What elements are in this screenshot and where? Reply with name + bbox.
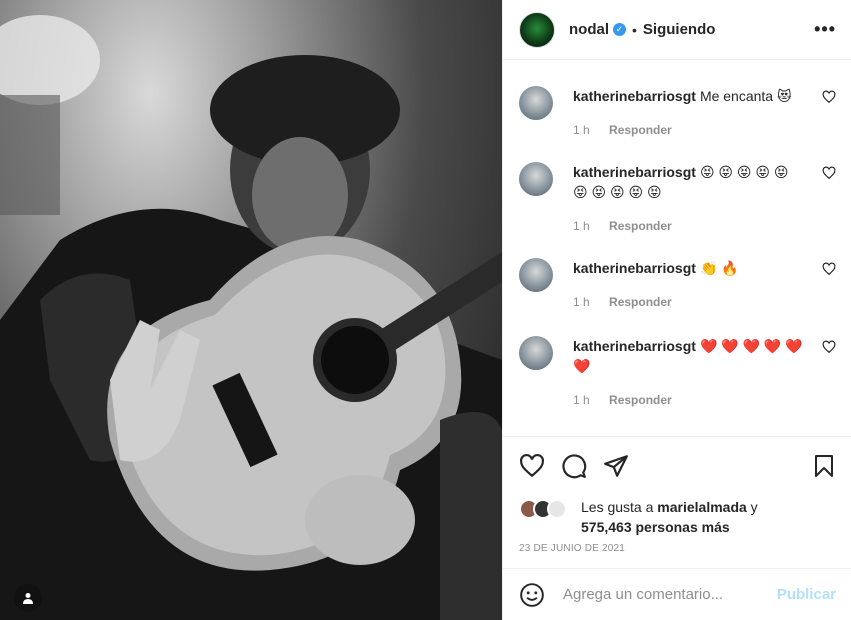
commenter-avatar[interactable] bbox=[519, 336, 553, 370]
comment-heart-icon[interactable] bbox=[822, 262, 836, 276]
commenter-username[interactable]: katherinebarriosgt bbox=[573, 164, 696, 180]
action-bar bbox=[519, 451, 836, 481]
liker-avatar bbox=[547, 499, 567, 519]
publish-button[interactable]: Publicar bbox=[777, 586, 836, 603]
comment-icon[interactable] bbox=[561, 453, 587, 479]
comment-text: 👏 🔥 bbox=[699, 260, 739, 276]
reply-button[interactable]: Responder bbox=[609, 219, 672, 233]
comment-time[interactable]: 1 h bbox=[573, 219, 590, 233]
separator-dot: • bbox=[632, 21, 637, 38]
likes-prefix: Les gusta a bbox=[581, 499, 658, 515]
add-comment-bar: Publicar bbox=[503, 568, 851, 620]
user-tag-icon bbox=[23, 593, 33, 604]
comments-list[interactable]: katherinebarriosgt Me encanta 😻 1 h Respo… bbox=[503, 60, 851, 436]
reply-button[interactable]: Responder bbox=[609, 295, 672, 309]
emoji-icon[interactable] bbox=[519, 582, 545, 608]
post-photo[interactable] bbox=[0, 0, 502, 620]
comment-input[interactable] bbox=[561, 585, 777, 604]
likes-joiner: y bbox=[746, 499, 758, 515]
verified-badge-icon: ✓ bbox=[613, 23, 626, 36]
comment-text: Me encanta 😻 bbox=[699, 88, 792, 104]
commenter-username[interactable]: katherinebarriosgt bbox=[573, 260, 696, 276]
comment-time[interactable]: 1 h bbox=[573, 123, 590, 137]
comment-time[interactable]: 1 h bbox=[573, 393, 590, 407]
comment-heart-icon[interactable] bbox=[822, 166, 836, 180]
heart-icon[interactable] bbox=[519, 453, 545, 479]
commenter-avatar[interactable] bbox=[519, 162, 553, 196]
author-avatar[interactable] bbox=[519, 11, 555, 48]
liker-avatars[interactable] bbox=[519, 499, 573, 519]
following-button[interactable]: Siguiendo bbox=[643, 21, 716, 38]
post-date[interactable]: 23 DE JUNIO DE 2021 bbox=[519, 543, 836, 554]
post-header: nodal ✓ • Siguiendo ••• bbox=[503, 0, 851, 60]
post-detail-panel: nodal ✓ • Siguiendo ••• katherinebarrios… bbox=[502, 0, 851, 620]
commenter-username[interactable]: katherinebarriosgt bbox=[573, 88, 696, 104]
more-options-icon[interactable]: ••• bbox=[814, 19, 836, 40]
user-tag-button[interactable] bbox=[14, 584, 42, 612]
reply-button[interactable]: Responder bbox=[609, 393, 672, 407]
likes-summary: Les gusta a marielalmada y 575,463 perso… bbox=[519, 497, 836, 537]
author-username[interactable]: nodal bbox=[569, 21, 609, 38]
commenter-avatar[interactable] bbox=[519, 258, 553, 292]
photo-illustration bbox=[0, 15, 502, 620]
comment-time[interactable]: 1 h bbox=[573, 295, 590, 309]
commenter-username[interactable]: katherinebarriosgt bbox=[573, 338, 696, 354]
likes-count[interactable]: 575,463 personas más bbox=[581, 519, 730, 535]
comment-heart-icon[interactable] bbox=[822, 90, 836, 104]
bookmark-icon[interactable] bbox=[812, 453, 836, 479]
liker-username[interactable]: marielalmada bbox=[657, 499, 747, 515]
commenter-avatar[interactable] bbox=[519, 86, 553, 120]
share-icon[interactable] bbox=[603, 453, 629, 479]
post-actions: Les gusta a marielalmada y 575,463 perso… bbox=[503, 436, 851, 554]
comment-heart-icon[interactable] bbox=[822, 340, 836, 354]
reply-button[interactable]: Responder bbox=[609, 123, 672, 137]
